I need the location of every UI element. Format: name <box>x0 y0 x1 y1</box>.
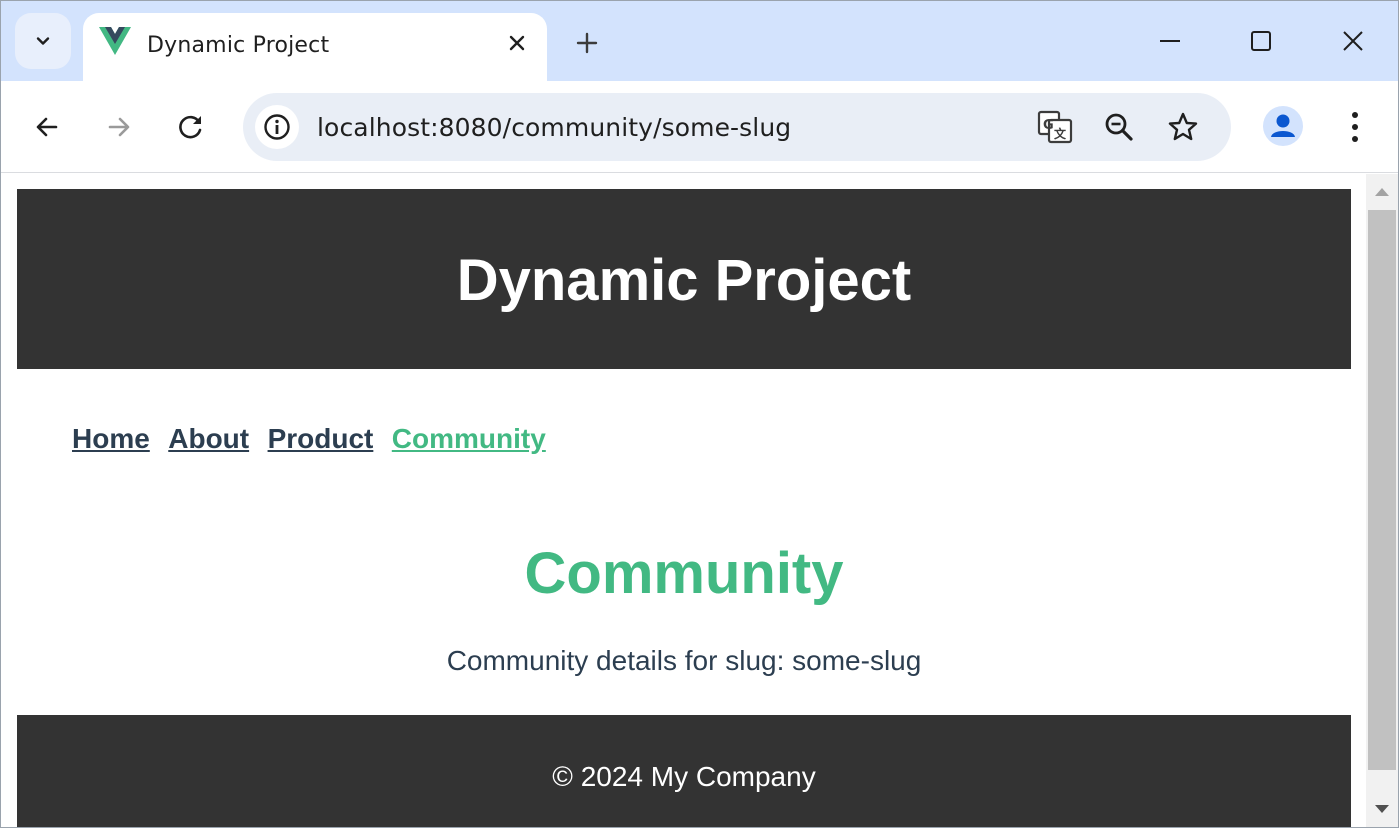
maximize-button[interactable] <box>1239 19 1283 63</box>
nav-link-community[interactable]: Community <box>392 423 546 454</box>
zoom-out-icon <box>1105 113 1133 141</box>
bookmark-button[interactable] <box>1163 107 1203 147</box>
minimize-icon <box>1160 40 1180 42</box>
close-icon <box>509 35 525 51</box>
close-icon <box>1343 31 1363 51</box>
profile-button[interactable] <box>1263 106 1303 146</box>
site-title: Dynamic Project <box>456 247 912 313</box>
back-arrow-icon <box>36 117 58 137</box>
nav-link-home[interactable]: Home <box>72 423 150 454</box>
site-header: Dynamic Project <box>17 189 1351 369</box>
forward-button[interactable] <box>97 105 141 149</box>
chevron-down-icon <box>36 37 50 45</box>
app-root: Dynamic Project Home About Product Commu… <box>17 189 1351 827</box>
community-details-text: Community details for slug: some-slug <box>446 645 922 676</box>
scroll-down-button[interactable] <box>1366 793 1398 825</box>
scrollbar-thumb[interactable] <box>1368 210 1396 770</box>
close-window-button[interactable] <box>1331 19 1375 63</box>
reload-icon <box>179 115 202 139</box>
reload-button[interactable] <box>169 105 213 149</box>
tab-title: Dynamic Project <box>147 33 330 58</box>
page-heading: Community <box>524 541 844 606</box>
triangle-up-icon <box>1375 188 1389 196</box>
tab-close-button[interactable] <box>501 27 533 59</box>
browser-menu-button[interactable] <box>1335 105 1375 149</box>
page-viewport: Dynamic Project Home About Product Commu… <box>1 174 1366 827</box>
maximize-icon <box>1251 31 1271 51</box>
site-nav: Home About Product Community <box>17 369 1351 515</box>
nav-link-about[interactable]: About <box>168 423 249 454</box>
site-info-button[interactable] <box>255 105 299 149</box>
minimize-button[interactable] <box>1148 19 1192 63</box>
forward-arrow-icon <box>108 117 130 137</box>
svg-text:文: 文 <box>1054 126 1067 141</box>
footer-copyright: © 2024 My Company <box>552 761 816 792</box>
new-tab-button[interactable] <box>567 23 607 63</box>
browser-window: Dynamic Project localhost:8080/community… <box>0 0 1399 828</box>
back-button[interactable] <box>25 105 69 149</box>
plus-icon <box>576 32 598 54</box>
nav-link-product[interactable]: Product <box>268 423 374 454</box>
tab-search-button[interactable] <box>15 13 71 69</box>
tab-strip: Dynamic Project <box>1 1 1398 83</box>
svg-text:G: G <box>1043 118 1054 133</box>
site-footer: © 2024 My Company <box>17 715 1351 827</box>
profile-icon <box>1271 114 1295 137</box>
main-content: Community Community details for slug: so… <box>17 515 1351 715</box>
kebab-menu-icon <box>1352 112 1358 142</box>
vue-logo-icon <box>99 27 131 55</box>
triangle-down-icon <box>1375 805 1389 813</box>
zoom-button[interactable] <box>1099 107 1139 147</box>
scroll-up-button[interactable] <box>1366 176 1398 208</box>
translate-button[interactable]: G 文 <box>1035 107 1075 147</box>
star-icon <box>1168 112 1198 141</box>
browser-toolbar: localhost:8080/community/some-slug G 文 <box>1 81 1398 173</box>
translate-icon: G 文 <box>1037 110 1073 144</box>
active-tab[interactable]: Dynamic Project <box>83 13 547 83</box>
info-icon <box>264 114 290 140</box>
vertical-scrollbar[interactable] <box>1366 174 1398 827</box>
url-text[interactable]: localhost:8080/community/some-slug <box>317 113 791 142</box>
address-bar[interactable]: localhost:8080/community/some-slug G 文 <box>243 93 1231 161</box>
